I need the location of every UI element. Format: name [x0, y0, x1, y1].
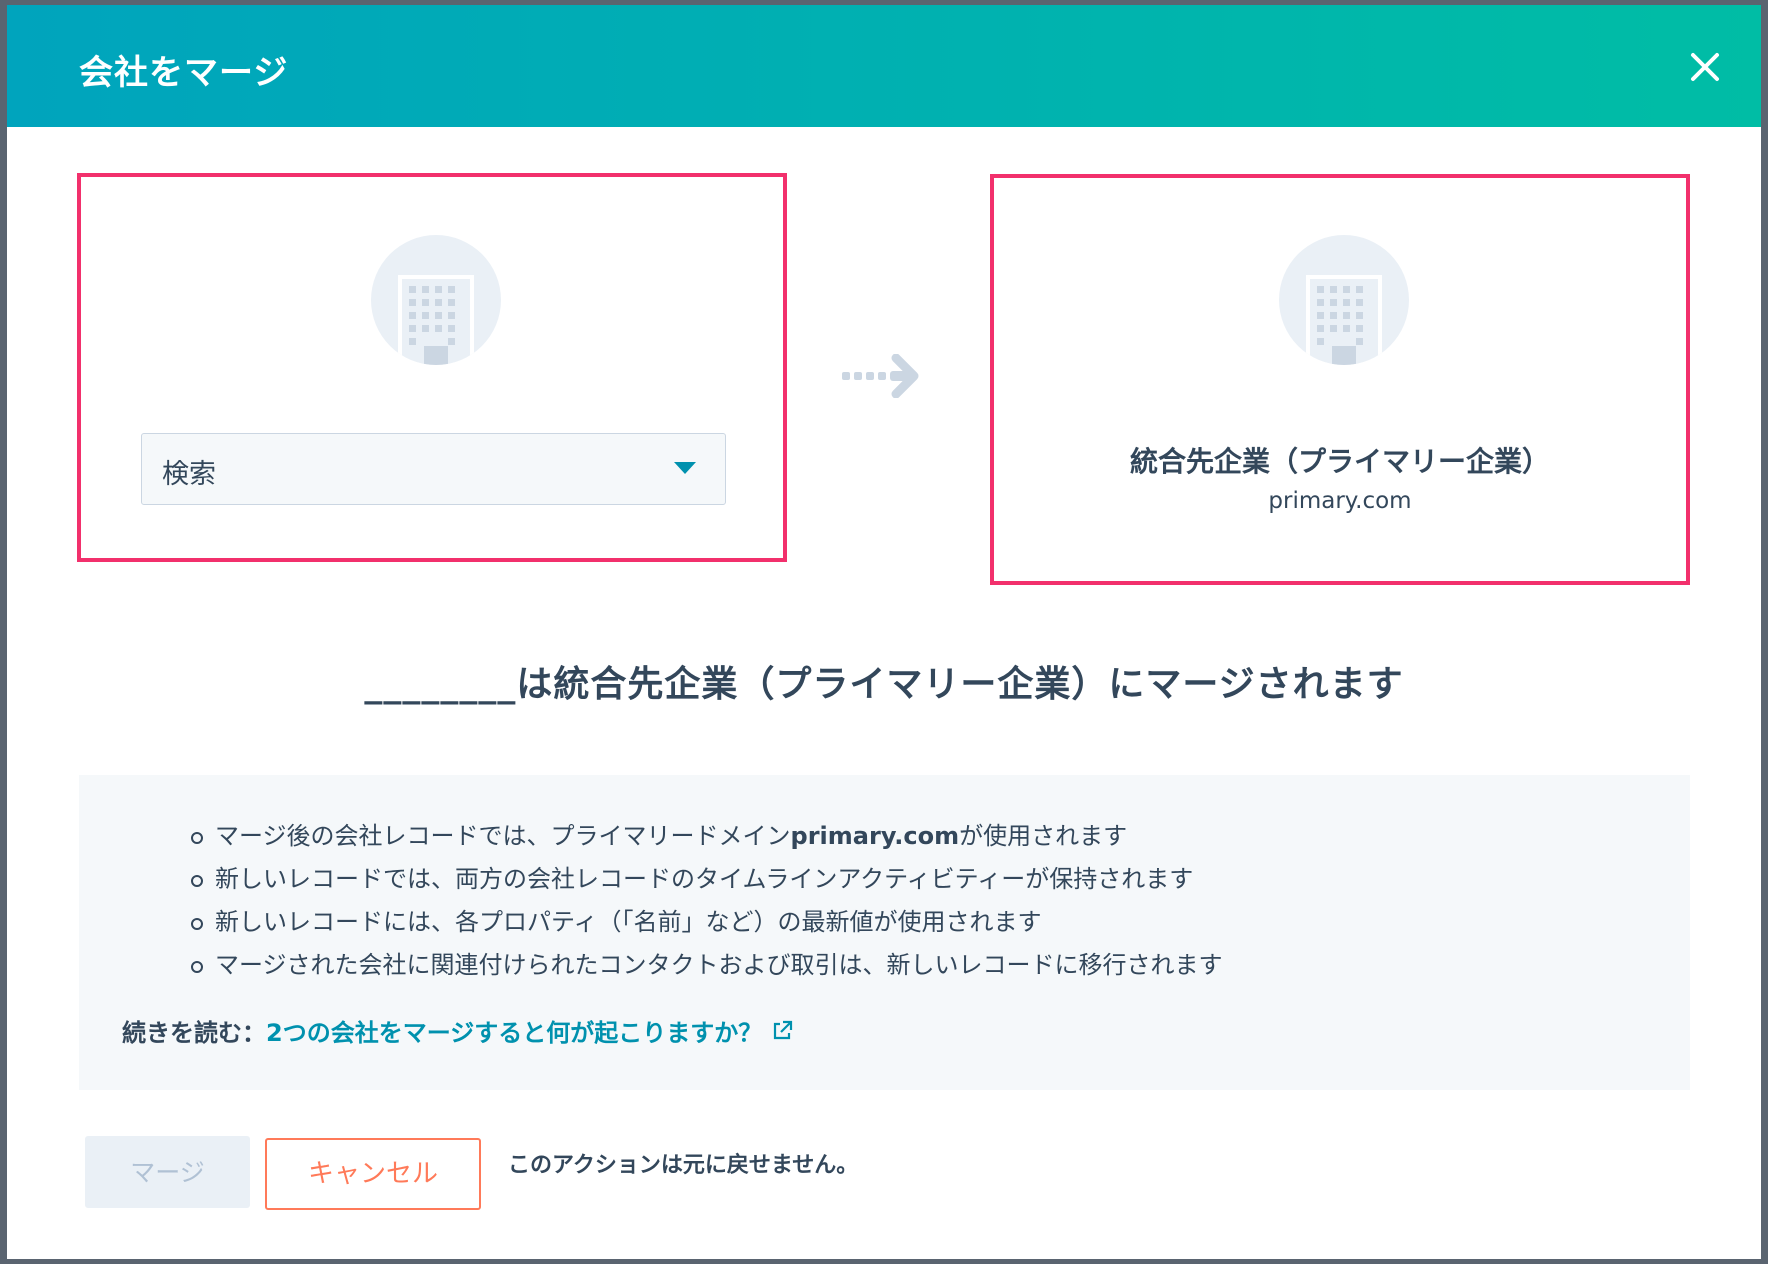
modal-header: 会社をマージ: [7, 5, 1761, 127]
modal-title: 会社をマージ: [79, 53, 289, 93]
list-item: 新しいレコードでは、両方の会社レコードのタイムラインアクティビティーが保持されま…: [191, 858, 1223, 901]
merge-companies-modal: 会社をマージ 検索 統合先企業（プライマリー企業） primary.com __…: [7, 5, 1761, 1259]
dotted-arrow-right-icon: [842, 353, 924, 402]
read-more-link[interactable]: 2つの会社をマージすると何が起こりますか？: [266, 1019, 762, 1047]
company-search-dropdown[interactable]: 検索: [141, 433, 726, 505]
close-icon[interactable]: [1685, 47, 1725, 87]
primary-company-name: 統合先企業（プライマリー企業）: [1129, 445, 1550, 478]
external-link-icon[interactable]: [770, 1019, 794, 1049]
merge-button[interactable]: マージ: [85, 1136, 250, 1208]
merge-info-panel: マージ後の会社レコードでは、プライマリードメインprimary.comが使用され…: [79, 775, 1690, 1090]
read-more: 続きを読む：2つの会社をマージすると何が起こりますか？: [122, 1013, 794, 1049]
list-item: マージ後の会社レコードでは、プライマリードメインprimary.comが使用され…: [191, 815, 1223, 858]
primary-company-card: 統合先企業（プライマリー企業） primary.com: [990, 174, 1690, 585]
read-more-label: 続きを読む：: [122, 1019, 266, 1047]
merge-summary-text: ________は統合先企業（プライマリー企業）にマージされます: [364, 664, 1404, 705]
merge-info-list: マージ後の会社レコードでは、プライマリードメインprimary.comが使用され…: [191, 815, 1223, 987]
caret-down-icon: [674, 462, 696, 474]
cancel-button[interactable]: キャンセル: [265, 1138, 481, 1210]
building-icon: [1279, 235, 1409, 365]
primary-company-domain: primary.com: [1268, 488, 1412, 514]
list-item: 新しいレコードには、各プロパティ（「名前」など）の最新値が使用されます: [191, 901, 1223, 944]
search-placeholder: 検索: [162, 459, 216, 490]
secondary-company-card: 検索: [77, 173, 787, 562]
building-icon: [371, 235, 501, 365]
list-item: マージされた会社に関連付けられたコンタクトおよび取引は、新しいレコードに移行され…: [191, 944, 1223, 987]
irreversible-warning: このアクションは元に戻せません。: [508, 1153, 859, 1178]
